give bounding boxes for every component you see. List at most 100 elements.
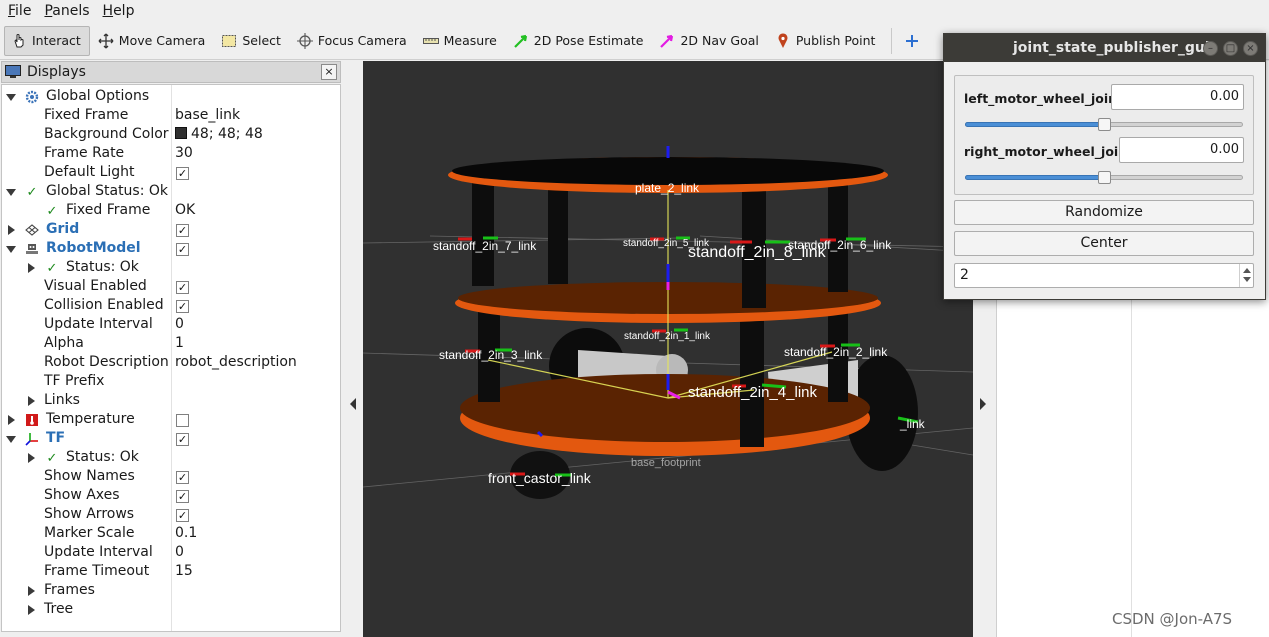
expand-arrow-icon[interactable]	[8, 415, 15, 425]
joint-slider-left-handle[interactable]	[1098, 118, 1111, 131]
property-value[interactable]: 0	[175, 544, 184, 560]
tree-row-alpha[interactable]: Alpha 1	[2, 335, 340, 354]
tree-row-robot-status[interactable]: ✓ Status: Ok	[2, 259, 340, 278]
tree-row-marker-scale[interactable]: Marker Scale 0.1	[2, 525, 340, 544]
tree-row-update-interval[interactable]: Update Interval 0	[2, 316, 340, 335]
center-button[interactable]: Center	[954, 231, 1254, 256]
checkbox[interactable]: ✓	[176, 509, 189, 522]
tree-row-links[interactable]: Links	[2, 392, 340, 411]
close-icon[interactable]: ×	[321, 64, 337, 80]
expand-arrow-icon[interactable]	[28, 263, 35, 273]
property-value[interactable]: 15	[175, 563, 193, 579]
expand-arrow-icon[interactable]	[28, 586, 35, 596]
tree-row-show-arrows[interactable]: Show Arrows ✓	[2, 506, 340, 525]
property-value[interactable]: base_link	[175, 107, 240, 123]
expand-arrow-icon[interactable]	[28, 605, 35, 615]
menu-file[interactable]: File	[8, 3, 31, 19]
spin-down-icon[interactable]	[1243, 277, 1251, 282]
tree-row-global-options[interactable]: Global Options	[2, 88, 340, 107]
spin-up-icon[interactable]	[1243, 268, 1251, 273]
joint-count-spinbox[interactable]: 2	[954, 263, 1254, 288]
expand-arrow-icon[interactable]	[8, 225, 15, 235]
checkbox[interactable]: ✓	[176, 490, 189, 503]
expand-arrow-icon[interactable]	[28, 453, 35, 463]
expand-arrow-icon[interactable]	[28, 396, 35, 406]
tree-row-robot-description[interactable]: Robot Description robot_description	[2, 354, 340, 373]
checkbox[interactable]: ✓	[176, 471, 189, 484]
tree-label: TF	[46, 430, 66, 446]
tree-row-fixed-frame[interactable]: Fixed Frame base_link	[2, 107, 340, 126]
pose-estimate-label: 2D Pose Estimate	[533, 33, 644, 48]
nav-goal-button[interactable]: 2D Nav Goal	[653, 26, 766, 56]
menubar: File Panels Help	[0, 0, 1269, 22]
property-value[interactable]: 0.1	[175, 525, 197, 541]
expand-arrow-icon[interactable]	[6, 94, 16, 101]
tree-row-show-axes[interactable]: Show Axes ✓	[2, 487, 340, 506]
publish-point-button[interactable]: Publish Point	[769, 26, 884, 56]
maximize-icon[interactable]: □	[1223, 41, 1238, 56]
tree-row-tf-prefix[interactable]: TF Prefix	[2, 373, 340, 392]
checkbox[interactable]: ✓	[176, 167, 189, 180]
checkbox[interactable]: ✓	[176, 243, 189, 256]
joint-value-left[interactable]: 0.00	[1111, 84, 1244, 110]
menu-help[interactable]: Help	[103, 3, 135, 19]
displays-tree[interactable]: Global Options Fixed Frame base_link Bac…	[1, 84, 341, 632]
randomize-button[interactable]: Randomize	[954, 200, 1254, 225]
tree-row-tf-update-interval[interactable]: Update Interval 0	[2, 544, 340, 563]
tree-row-collision-enabled[interactable]: Collision Enabled ✓	[2, 297, 340, 316]
expand-arrow-icon[interactable]	[6, 189, 16, 196]
pose-estimate-button[interactable]: 2D Pose Estimate	[507, 26, 652, 56]
property-value[interactable]: 30	[175, 145, 193, 161]
property-value[interactable]: 0	[175, 316, 184, 332]
frame-label-base-footprint: base_footprint	[631, 457, 701, 469]
tree-row-status-fixed-frame[interactable]: ✓ Fixed Frame OK	[2, 202, 340, 221]
tree-row-visual-enabled[interactable]: Visual Enabled ✓	[2, 278, 340, 297]
measure-button[interactable]: Measure	[417, 26, 505, 56]
tree-row-show-names[interactable]: Show Names ✓	[2, 468, 340, 487]
tree-label: Status: Ok	[66, 259, 139, 275]
joint-slider-right-handle[interactable]	[1098, 171, 1111, 184]
property-value[interactable]: 1	[175, 335, 184, 351]
tree-row-tf-status[interactable]: ✓ Status: Ok	[2, 449, 340, 468]
tree-row-grid[interactable]: Grid ✓	[2, 221, 340, 240]
robot-icon	[24, 241, 40, 257]
tree-row-temperature[interactable]: Temperature	[2, 411, 340, 430]
tree-label: Global Options	[46, 88, 150, 104]
tree-row-default-light[interactable]: Default Light ✓	[2, 164, 340, 183]
property-value[interactable]: 48; 48; 48	[175, 126, 263, 142]
tree-row-frames[interactable]: Frames	[2, 582, 340, 601]
checkbox[interactable]: ✓	[176, 300, 189, 313]
nav-goal-label: 2D Nav Goal	[680, 33, 759, 48]
expand-arrow-icon[interactable]	[6, 246, 16, 253]
property-value[interactable]: robot_description	[175, 354, 297, 370]
close-icon[interactable]: ×	[1243, 41, 1258, 56]
menu-panels[interactable]: Panels	[44, 3, 89, 19]
chevron-left-icon	[350, 398, 356, 410]
checkbox[interactable]	[176, 414, 189, 427]
tree-row-tf[interactable]: TF ✓	[2, 430, 340, 449]
add-tool-button[interactable]	[898, 26, 933, 56]
check-icon: ✓	[46, 260, 58, 276]
3d-viewport[interactable]: plate_2_link standoff_2in_7_link standof…	[363, 61, 973, 637]
focus-camera-button[interactable]: Focus Camera	[291, 26, 415, 56]
interact-button[interactable]: Interact	[4, 25, 90, 56]
spinbox-arrows[interactable]	[1239, 264, 1253, 287]
checkbox[interactable]: ✓	[176, 281, 189, 294]
tree-row-frame-timeout[interactable]: Frame Timeout 15	[2, 563, 340, 582]
minimize-icon[interactable]: –	[1203, 41, 1218, 56]
tree-row-global-status[interactable]: ✓ Global Status: Ok	[2, 183, 340, 202]
left-panel-collapse-handle[interactable]	[342, 61, 363, 637]
joint-value-right[interactable]: 0.00	[1119, 137, 1244, 163]
property-name: Show Arrows	[44, 506, 135, 522]
tree-row-frame-rate[interactable]: Frame Rate 30	[2, 145, 340, 164]
checkbox[interactable]: ✓	[176, 224, 189, 237]
expand-arrow-icon[interactable]	[6, 436, 16, 443]
checkbox[interactable]: ✓	[176, 433, 189, 446]
property-name: Background Color	[44, 126, 169, 142]
select-button[interactable]: Select	[215, 26, 289, 56]
joint-sliders-group: left_motor_wheel_joint 0.00 right_motor_…	[954, 75, 1254, 195]
move-camera-button[interactable]: Move Camera	[92, 26, 214, 56]
tree-row-background-color[interactable]: Background Color 48; 48; 48	[2, 126, 340, 145]
tree-row-tree[interactable]: Tree	[2, 601, 340, 620]
tree-row-robot-model[interactable]: RobotModel ✓	[2, 240, 340, 259]
